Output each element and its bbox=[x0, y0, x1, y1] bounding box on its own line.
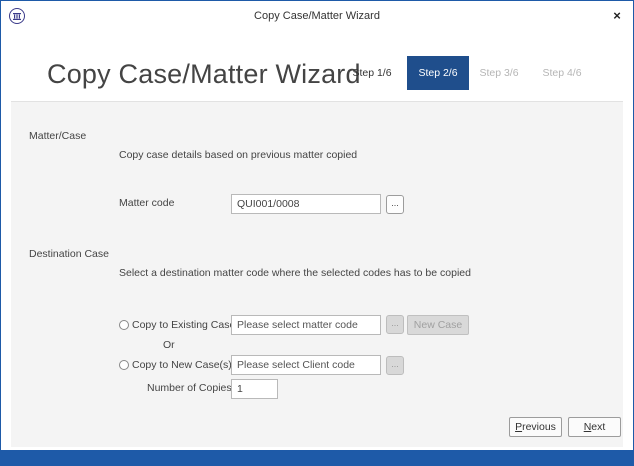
window-title: Copy Case/Matter Wizard bbox=[254, 10, 380, 22]
number-of-copies-input[interactable]: 1 bbox=[231, 379, 278, 399]
copy-existing-radio[interactable] bbox=[119, 320, 129, 330]
status-bar bbox=[1, 450, 633, 466]
client-code-input[interactable]: Please select Client code bbox=[231, 355, 381, 375]
copy-new-radio[interactable] bbox=[119, 360, 129, 370]
matter-case-section-label: Matter/Case bbox=[29, 130, 87, 142]
step-4: Step 4/6 bbox=[542, 67, 582, 79]
page-title: Copy Case/Matter Wizard bbox=[47, 59, 361, 89]
destination-description: Select a destination matter code where t… bbox=[119, 267, 471, 279]
matter-code-browse-button[interactable]: ... bbox=[386, 195, 404, 214]
new-case-button[interactable]: New Case bbox=[407, 315, 469, 335]
wizard-content: Matter/Case Copy case details based on p… bbox=[11, 101, 623, 447]
step-2-active[interactable]: Step 2/6 bbox=[407, 56, 469, 90]
step-1[interactable]: Step 1/6 bbox=[346, 56, 398, 90]
matter-code-label: Matter code bbox=[119, 197, 175, 209]
existing-matter-input[interactable]: Please select matter code bbox=[231, 315, 381, 335]
next-label-rest: ext bbox=[591, 421, 606, 433]
close-button[interactable]: × bbox=[609, 7, 625, 25]
destination-section-label: Destination Case bbox=[29, 248, 109, 260]
existing-matter-browse-button[interactable]: ... bbox=[386, 315, 404, 334]
client-code-browse-button[interactable]: ... bbox=[386, 356, 404, 375]
next-button[interactable]: Next bbox=[568, 417, 621, 437]
copy-new-label[interactable]: Copy to New Case(s) bbox=[132, 359, 232, 371]
title-bar: Copy Case/Matter Wizard × bbox=[1, 1, 633, 33]
previous-label-rest: revious bbox=[522, 421, 556, 433]
step-3: Step 3/6 bbox=[479, 67, 519, 79]
wizard-window: Copy Case/Matter Wizard × Copy Case/Matt… bbox=[0, 0, 634, 466]
matter-case-description: Copy case details based on previous matt… bbox=[119, 149, 358, 161]
previous-button[interactable]: Previous bbox=[509, 417, 562, 437]
matter-code-input[interactable]: QUI001/0008 bbox=[231, 194, 381, 214]
copy-existing-label[interactable]: Copy to Existing Case bbox=[132, 319, 235, 331]
number-of-copies-label: Number of Copies bbox=[147, 382, 232, 394]
or-label: Or bbox=[163, 339, 175, 351]
wizard-header: Copy Case/Matter Wizard Step 1/6 Step 2/… bbox=[1, 33, 633, 101]
